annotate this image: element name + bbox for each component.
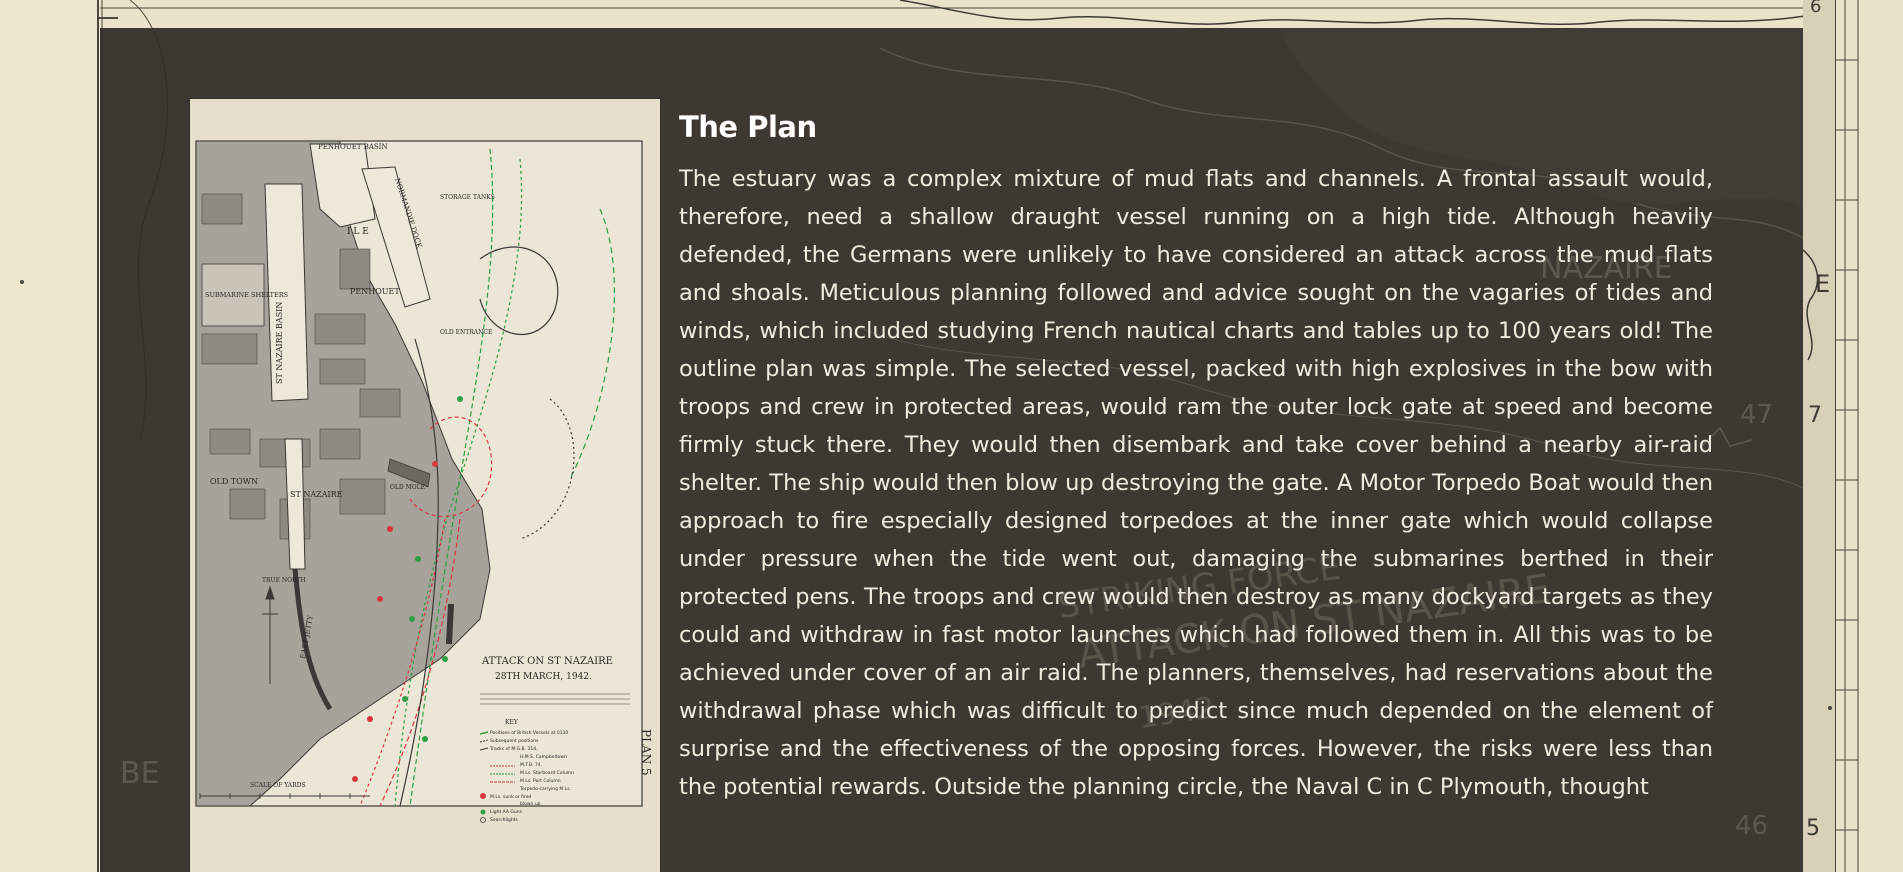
map-title: ATTACK ON ST NAZAIRE (481, 656, 613, 667)
svg-text:5: 5 (1806, 816, 1820, 841)
label-penhouet-basin: PENHOUET BASIN (318, 143, 388, 151)
bg-label-46: 46 (1735, 811, 1768, 841)
article-body: The estuary was a complex mixture of mud… (679, 166, 1713, 800)
key-item-2: Tracks of M.G.B. 314. (489, 746, 538, 752)
label-ile: I L E (347, 227, 369, 237)
label-st-nazaire-basin: ST NAZAIRE BASIN (275, 302, 284, 384)
bg-label-47: 47 (1740, 400, 1773, 430)
key-item-3: H.M.S. Campbeltown (520, 754, 567, 760)
key-item-1: Subsequent positions (490, 738, 539, 744)
key-item-10: Light AA Guns (490, 809, 523, 815)
key-item-5: M.Ls. Starboard Column (520, 770, 574, 776)
attack-plan-map: PENHOUET BASIN I L E PENHOUET SUBMARINE … (190, 99, 660, 872)
label-penhouet: PENHOUET (350, 287, 400, 296)
bg-label-be: BE (120, 756, 160, 791)
key-item-11: Searchlights (490, 817, 518, 823)
article-title: The Plan (679, 110, 817, 144)
label-st-nazaire: ST NAZAIRE (290, 490, 343, 499)
label-old-town: OLD TOWN (210, 477, 258, 486)
label-true-north: TRUE NORTH (262, 577, 306, 584)
map-date: 28TH MARCH, 1942. (495, 672, 592, 682)
key-item-9: blown up (520, 801, 541, 807)
label-submarine-shelters: SUBMARINE SHELTERS (205, 291, 288, 299)
key-item-8: M.Ls. sunk or fired (490, 794, 531, 800)
map-plan-label: PLAN 5 (639, 729, 653, 776)
svg-text:7: 7 (1808, 403, 1822, 428)
svg-text:6: 6 (1810, 0, 1821, 17)
key-item-4: M.T.B. 74. (520, 762, 542, 768)
article: The Plan The estuary was a complex mixtu… (679, 110, 1713, 806)
key-item-6: M.Ls. Port Column (520, 778, 561, 784)
label-old-mole: OLD MOLE (390, 484, 425, 491)
svg-text:E: E (1815, 270, 1830, 298)
map-scale-label: SCALE OF YARDS (250, 782, 306, 789)
key-item-7: Torpedo-carrying M.Ls. (519, 786, 571, 792)
map-key-title: KEY (505, 719, 519, 726)
label-storage-tanks: STORAGE TANKS (440, 194, 495, 201)
key-item-0: Positions of British Vessels at 0130 (490, 730, 568, 736)
content-panel: NAZAIRE BE 47 46 ATTACK ON ST NAZAIRE ST… (100, 28, 1803, 872)
label-old-entrance: OLD ENTRANCE (440, 329, 492, 336)
